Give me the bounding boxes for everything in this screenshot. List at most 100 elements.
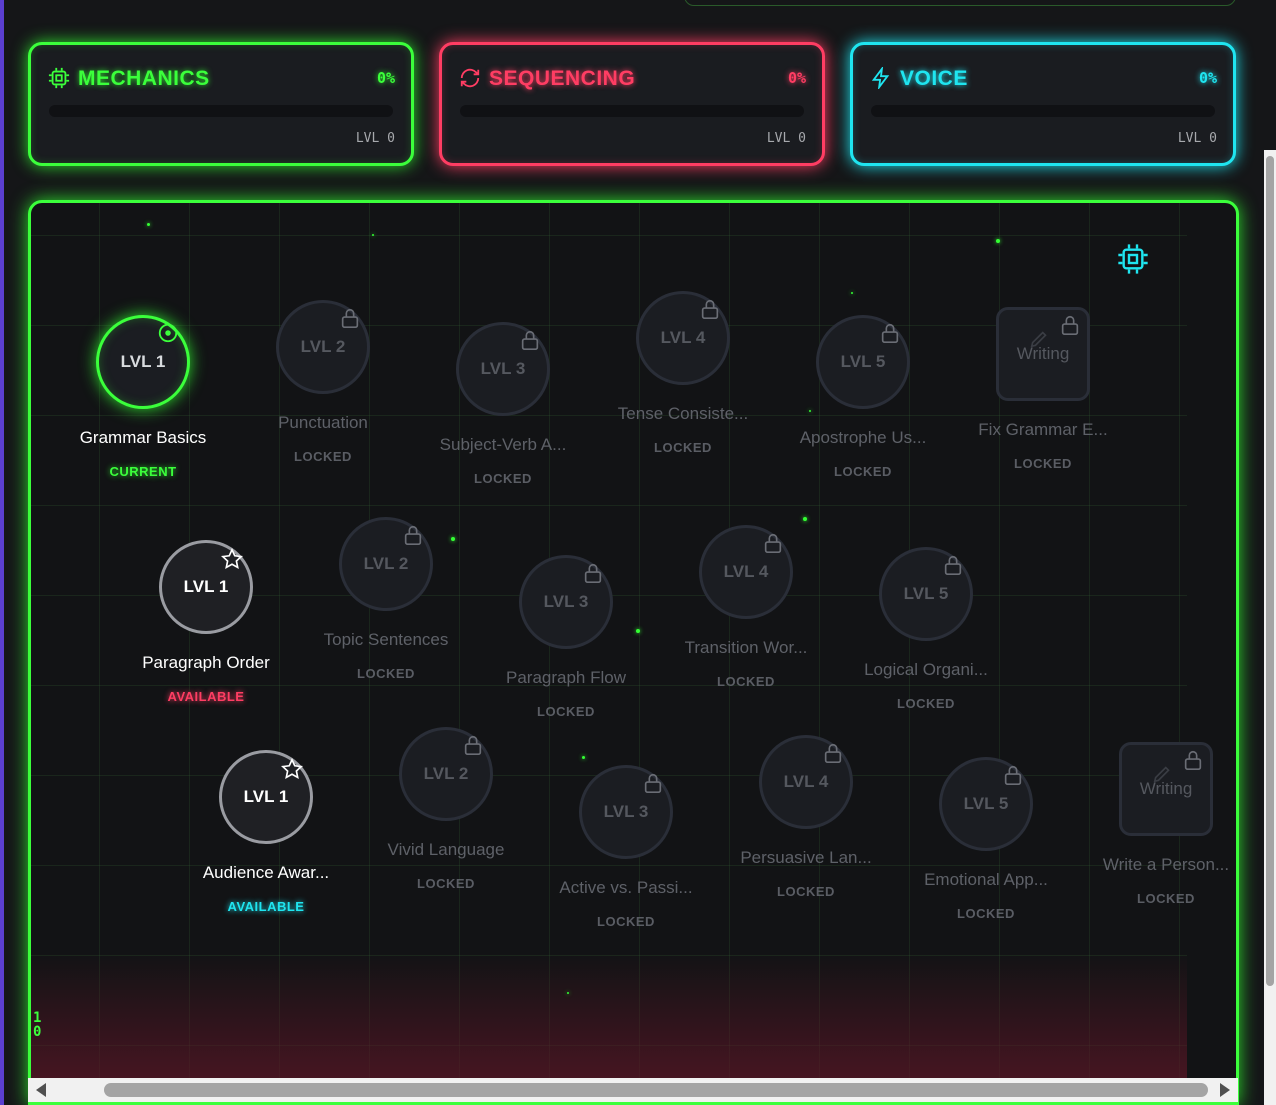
lock-icon bbox=[339, 307, 361, 329]
skill-node-name: Topic Sentences bbox=[323, 630, 449, 649]
lock-icon bbox=[582, 562, 604, 584]
skill-node-status: LOCKED bbox=[474, 471, 532, 486]
pencil-icon bbox=[1152, 762, 1174, 784]
progress-bar bbox=[871, 105, 1215, 117]
target-icon bbox=[157, 322, 179, 344]
category-percent: 0% bbox=[1198, 69, 1217, 87]
skill-node-status: LOCKED bbox=[897, 696, 955, 711]
skill-node-status: LOCKED bbox=[834, 464, 892, 479]
skill-node-status: LOCKED bbox=[717, 674, 775, 689]
side-digit: 1 bbox=[33, 1010, 42, 1026]
category-percent: 0% bbox=[787, 69, 806, 87]
particle bbox=[996, 239, 1000, 243]
skill-node-status: CURRENT bbox=[109, 464, 177, 479]
lock-icon bbox=[699, 298, 721, 320]
map-bottom-glow bbox=[31, 953, 1187, 1083]
pencil-icon bbox=[1029, 327, 1051, 349]
skill-node-name: Tense Consiste... bbox=[617, 404, 749, 423]
skill-node-status: LOCKED bbox=[1014, 456, 1072, 471]
skill-node-status: LOCKED bbox=[1137, 891, 1195, 906]
skill-node-label: LVL 4 bbox=[783, 772, 829, 791]
skill-node-label: LVL 4 bbox=[660, 328, 706, 347]
category-title: VOICE bbox=[900, 67, 968, 90]
skill-node-name: Subject-Verb A... bbox=[439, 435, 567, 454]
chip-icon bbox=[48, 67, 70, 89]
lock-icon bbox=[879, 322, 901, 344]
skill-node-label: LVL 1 bbox=[120, 352, 166, 371]
scrollbar-thumb[interactable] bbox=[104, 1083, 1208, 1097]
skill-node-status: LOCKED bbox=[417, 876, 475, 891]
star-icon bbox=[220, 547, 244, 570]
skill-node-label: LVL 1 bbox=[183, 577, 229, 596]
skill-node-label: LVL 5 bbox=[840, 352, 886, 371]
skill-node-name: Vivid Language bbox=[387, 840, 505, 859]
lock-icon bbox=[519, 329, 541, 351]
skill-node-label: LVL 2 bbox=[423, 764, 469, 783]
lock-icon bbox=[942, 554, 964, 576]
category-percent: 0% bbox=[376, 69, 395, 87]
lock-icon bbox=[1182, 749, 1204, 771]
lock-icon bbox=[462, 734, 484, 756]
skill-node-name: Active vs. Passi... bbox=[559, 878, 693, 897]
category-card-voice[interactable]: VOICE 0% LVL 0 bbox=[850, 42, 1236, 166]
skill-node-status: AVAILABLE bbox=[227, 899, 305, 914]
chip-icon[interactable] bbox=[1117, 243, 1149, 275]
category-title: SEQUENCING bbox=[489, 67, 636, 90]
skill-node-name: Paragraph Order bbox=[142, 653, 270, 672]
skill-node-name: Transition Wor... bbox=[684, 638, 808, 657]
scroll-right-icon[interactable] bbox=[1220, 1083, 1230, 1097]
skill-node-status: LOCKED bbox=[537, 704, 595, 719]
skill-node-status: LOCKED bbox=[957, 906, 1015, 921]
skill-node-label: LVL 2 bbox=[300, 337, 346, 356]
category-level: LVL 0 bbox=[355, 131, 395, 146]
lock-icon bbox=[1059, 314, 1081, 336]
side-digit: 0 bbox=[33, 1024, 42, 1040]
star-icon bbox=[280, 757, 304, 780]
skill-node-label: LVL 5 bbox=[963, 794, 1009, 813]
skill-node-status: LOCKED bbox=[597, 914, 655, 929]
left-accent-bar bbox=[0, 0, 4, 1105]
skill-node-name: Apostrophe Us... bbox=[799, 428, 927, 447]
skill-node-name: Write a Person... bbox=[1102, 855, 1230, 874]
particle bbox=[451, 537, 455, 541]
progress-bar bbox=[460, 105, 804, 117]
vertical-scrollbar[interactable] bbox=[1264, 150, 1276, 1105]
particle bbox=[851, 292, 853, 294]
lock-icon bbox=[1002, 764, 1024, 786]
particle bbox=[147, 223, 150, 226]
skill-node-name: Logical Organi... bbox=[864, 660, 988, 679]
side-digits: 1 0 bbox=[33, 1011, 43, 1039]
skill-node-status: LOCKED bbox=[294, 449, 352, 464]
scrollbar-thumb[interactable] bbox=[1266, 156, 1274, 986]
skill-node-label: LVL 3 bbox=[543, 592, 589, 611]
skill-node-name: Grammar Basics bbox=[79, 428, 207, 447]
skill-node-status: LOCKED bbox=[654, 440, 712, 455]
skill-node-name: Paragraph Flow bbox=[505, 668, 626, 687]
lock-icon bbox=[822, 742, 844, 764]
category-card-mechanics[interactable]: MECHANICS 0% LVL 0 bbox=[28, 42, 414, 166]
particle bbox=[582, 756, 585, 759]
category-card-sequencing[interactable]: SEQUENCING 0% LVL 0 bbox=[439, 42, 825, 166]
skill-node-label: LVL 3 bbox=[480, 359, 526, 378]
top-strip bbox=[684, 0, 1236, 6]
particle bbox=[372, 234, 374, 236]
skill-node-status: LOCKED bbox=[357, 666, 415, 681]
skill-node-status: LOCKED bbox=[777, 884, 835, 899]
skill-node-status: AVAILABLE bbox=[167, 689, 245, 704]
skill-node-name: Emotional App... bbox=[924, 870, 1048, 889]
lock-icon bbox=[402, 524, 424, 546]
skill-node-name: Audience Awar... bbox=[202, 863, 330, 882]
skill-node-name: Fix Grammar E... bbox=[978, 420, 1108, 439]
category-title: MECHANICS bbox=[78, 67, 210, 90]
horizontal-scrollbar[interactable] bbox=[28, 1078, 1238, 1102]
skill-map[interactable]: 1 0 LVL 1 Grammar Basics CURRENT LVL 2 Punct… bbox=[28, 200, 1239, 1105]
category-level: LVL 0 bbox=[1177, 131, 1217, 146]
lock-icon bbox=[642, 772, 664, 794]
skill-node-label: LVL 3 bbox=[603, 802, 649, 821]
lock-icon bbox=[762, 532, 784, 554]
lightning-icon bbox=[871, 67, 890, 89]
particle bbox=[809, 410, 811, 412]
scroll-left-icon[interactable] bbox=[36, 1083, 46, 1097]
skill-node-label: LVL 4 bbox=[723, 562, 769, 581]
category-level: LVL 0 bbox=[766, 131, 806, 146]
